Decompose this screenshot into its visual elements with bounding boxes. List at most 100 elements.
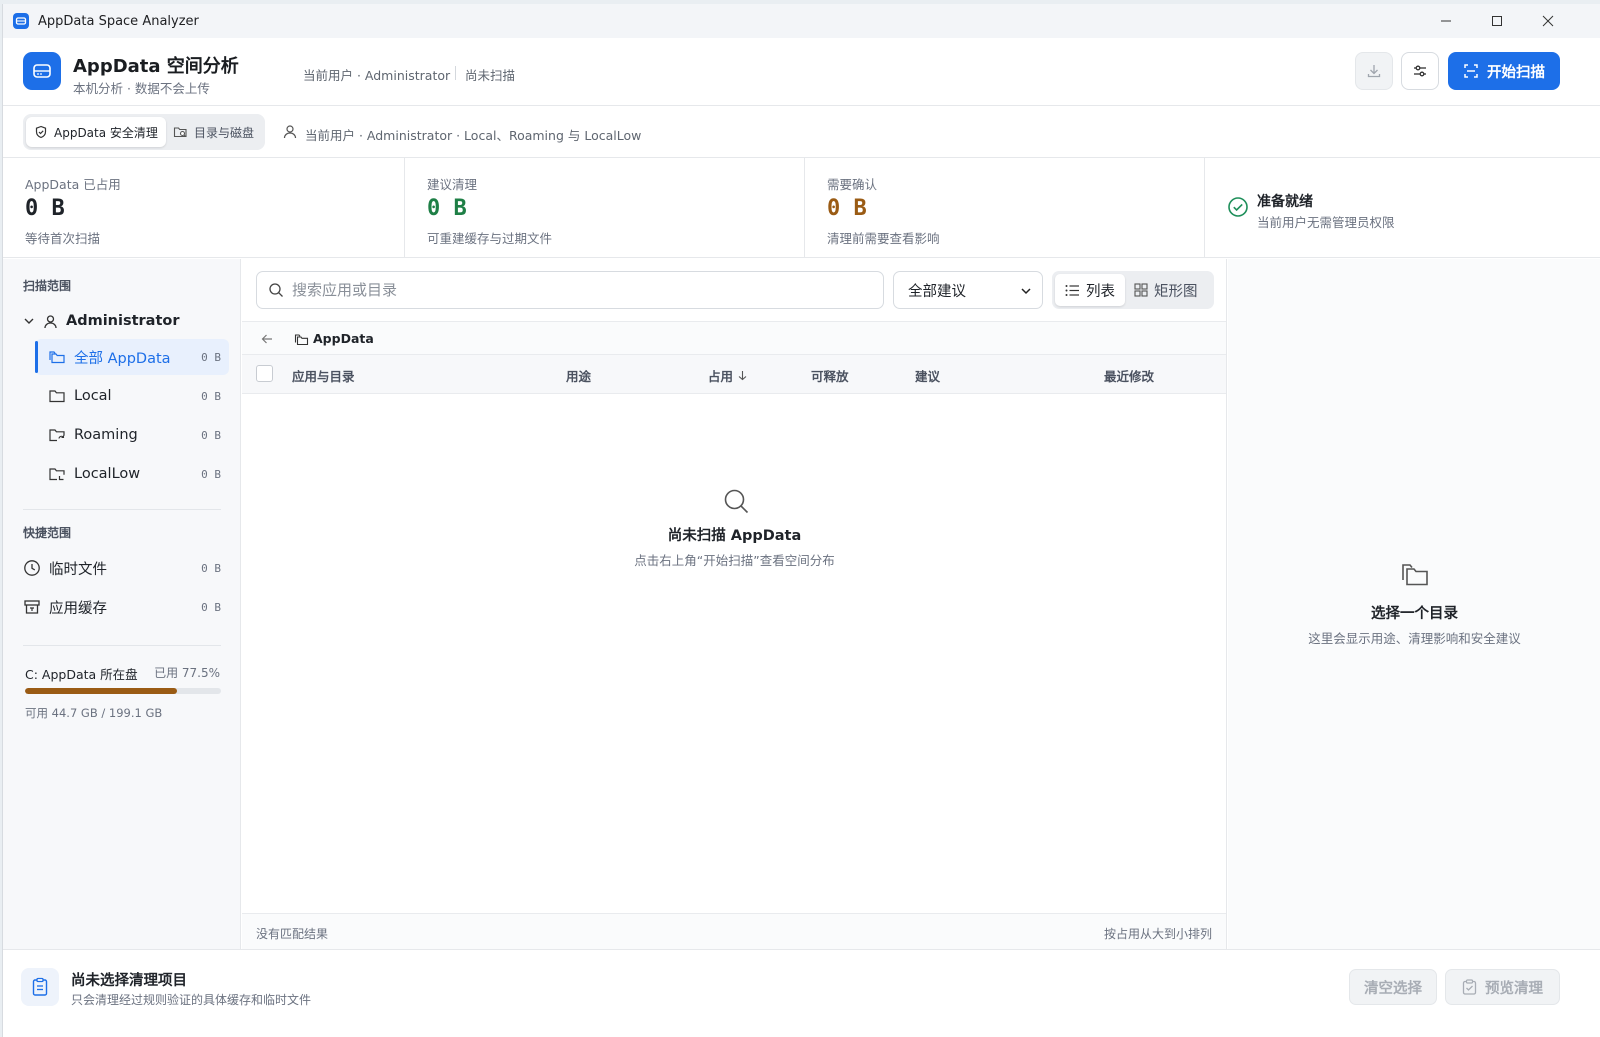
detail-title: 选择一个目录 [1371, 606, 1458, 622]
disk-usage-fill [25, 688, 177, 694]
breadcrumb: AppData [242, 321, 1226, 355]
view-tab-treemap[interactable]: 矩形图 [1124, 274, 1208, 306]
stats-row: AppData 已占用 0 B 等待首次扫描 建议清理 0 B 可重建缓存与过期… [3, 158, 1600, 258]
selection-title: 尚未选择清理项目 [71, 973, 187, 989]
start-scan-button[interactable]: 开始扫描 [1448, 52, 1560, 90]
quick-section-title: 快捷范围 [23, 526, 72, 540]
stat-value: 0 B [25, 196, 65, 221]
tree-root-label: Administrator [66, 313, 180, 329]
chevron-down-icon [1020, 285, 1032, 297]
view-tab-treemap-label: 矩形图 [1154, 283, 1198, 300]
header-divider [455, 66, 456, 80]
tree-root-administrator[interactable]: Administrator [23, 309, 180, 333]
empty-state-title: 尚未扫描 AppData [667, 528, 802, 544]
sidebar-item-roaming[interactable]: Roaming 0 B [35, 417, 229, 453]
mode-tab-dir-disk-label: 目录与磁盘 [194, 125, 255, 140]
stat-suggested-clean: 建议清理 0 B 可重建缓存与过期文件 [405, 158, 805, 258]
stat-label: 需要确认 [827, 177, 878, 192]
archive-icon [23, 598, 41, 616]
column-header-freeable[interactable]: 可释放 [811, 366, 849, 385]
start-scan-label: 开始扫描 [1487, 64, 1545, 81]
detail-panel: 选择一个目录 这里会显示用途、清理影响和安全建议 [1228, 259, 1600, 949]
title-bar: AppData Space Analyzer [3, 4, 1600, 38]
folders-icon [48, 349, 66, 365]
sidebar: 扫描范围 Administrator 全部 AppData 0 B Local … [3, 259, 241, 949]
disk-free-space: 可用 44.7 GB / 199.1 GB [25, 706, 163, 720]
app-logo-icon [12, 12, 30, 30]
scope-section-title: 扫描范围 [23, 279, 72, 293]
select-all-checkbox[interactable] [256, 365, 273, 382]
shield-icon [35, 125, 47, 139]
mode-tab-safe-clean-label: AppData 安全清理 [54, 125, 158, 140]
sidebar-divider [23, 509, 221, 510]
clipboard-icon [21, 968, 59, 1006]
sidebar-item-size: 0 B [201, 467, 221, 481]
column-header-size-label: 占用 [708, 369, 734, 384]
search-box [256, 271, 884, 309]
column-header-size[interactable]: 占用 [708, 366, 748, 385]
clear-selection-button[interactable]: 清空选择 [1349, 969, 1437, 1005]
ready-subtitle: 当前用户无需管理员权限 [1257, 215, 1395, 230]
sidebar-item-local[interactable]: Local 0 B [35, 378, 229, 414]
stat-value: 0 B [827, 196, 867, 221]
column-header-name[interactable]: 应用与目录 [292, 366, 355, 385]
search-input[interactable] [292, 281, 852, 299]
window-title: AppData Space Analyzer [38, 13, 199, 29]
user-icon [283, 124, 297, 139]
app-window: AppData Space Analyzer AppData 空间分析 本机分析… [2, 4, 1600, 1037]
sidebar-item-all-appdata[interactable]: 全部 AppData 0 B [35, 339, 229, 375]
settings-button[interactable] [1401, 52, 1439, 90]
download-icon [1367, 65, 1381, 78]
list-icon [1065, 284, 1079, 296]
column-header-purpose[interactable]: 用途 [566, 366, 591, 385]
sidebar-item-label: 全部 AppData [74, 350, 171, 367]
clock-icon [23, 559, 41, 577]
selection-subtitle: 只会清理经过规则验证的具体缓存和临时文件 [71, 993, 312, 1007]
column-header-modified[interactable]: 最近修改 [1104, 366, 1154, 385]
folder-sync-icon [48, 427, 66, 443]
folder-icon [48, 388, 66, 404]
page-subtitle: 本机分析 · 数据不会上传 [73, 81, 210, 96]
sidebar-item-size: 0 B [201, 350, 221, 364]
scan-scope-text: 当前用户 · Administrator · Local、Roaming 与 L… [305, 128, 642, 143]
disk-name: C: AppData 所在盘 [25, 667, 138, 682]
stat-note: 等待首次扫描 [25, 231, 101, 246]
stat-label: 建议清理 [427, 177, 478, 192]
quick-item-size: 0 B [201, 600, 221, 614]
sliders-icon [1414, 65, 1426, 77]
sidebar-item-locallow[interactable]: LocalLow 0 B [35, 456, 229, 492]
maximize-button[interactable] [1474, 4, 1520, 38]
minimize-button[interactable] [1423, 4, 1469, 38]
folder-search-icon [173, 127, 187, 138]
mode-tab-dir-disk[interactable]: 目录与磁盘 [165, 117, 262, 147]
quick-item-temp-files[interactable]: 临时文件 0 B [23, 553, 229, 583]
preview-clean-label: 预览清理 [1485, 980, 1543, 997]
view-switch: 列表 矩形图 [1052, 271, 1214, 309]
stat-needs-confirm: 需要确认 0 B 清理前需要查看影响 [805, 158, 1205, 258]
check-circle-icon [1227, 196, 1249, 218]
mode-bar: AppData 安全清理 目录与磁盘 当前用户 · Administrator … [3, 106, 1600, 158]
view-tab-list-label: 列表 [1086, 283, 1115, 300]
mode-switch: AppData 安全清理 目录与磁盘 [23, 114, 265, 150]
close-button[interactable] [1525, 4, 1571, 38]
quick-item-app-cache[interactable]: 应用缓存 0 B [23, 592, 229, 622]
page-title: AppData 空间分析 [73, 56, 239, 77]
export-button[interactable] [1355, 52, 1393, 90]
sort-description: 按占用从大到小排列 [1103, 927, 1212, 941]
current-user: 当前用户 · Administrator [303, 68, 451, 83]
clipboard-check-icon [1462, 979, 1477, 995]
sidebar-item-size: 0 B [201, 428, 221, 442]
column-header-advice[interactable]: 建议 [915, 366, 940, 385]
table-footer: 没有匹配结果 按占用从大到小排列 [242, 913, 1226, 949]
back-arrow-icon[interactable] [260, 332, 274, 346]
breadcrumb-current[interactable]: AppData [313, 331, 374, 346]
view-tab-list[interactable]: 列表 [1055, 274, 1125, 306]
sidebar-item-label: Roaming [74, 427, 138, 443]
mode-tab-safe-clean[interactable]: AppData 安全清理 [26, 117, 166, 147]
suggestion-filter-select[interactable]: 全部建议 [893, 271, 1043, 309]
disk-used-percent: 已用 77.5% [154, 666, 220, 680]
sidebar-item-size: 0 B [201, 389, 221, 403]
stat-note: 清理前需要查看影响 [827, 231, 940, 246]
preview-clean-button[interactable]: 预览清理 [1445, 969, 1560, 1005]
sidebar-item-label: LocalLow [74, 466, 141, 482]
